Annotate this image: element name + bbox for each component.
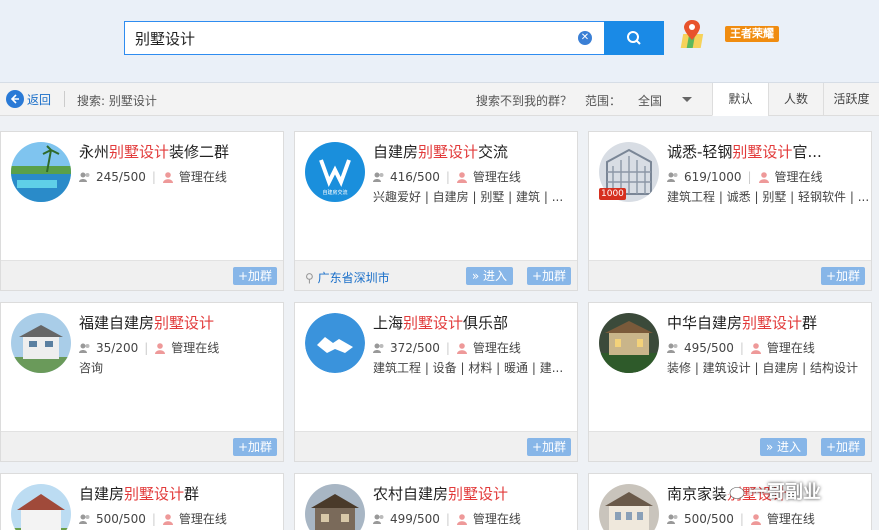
back-label: 返回 [27,92,52,107]
join-group-button[interactable]: +加群 [820,438,865,456]
join-group-button[interactable]: +加群 [526,438,571,456]
admin-icon [456,513,467,525]
group-avatar: 自建房交流 [305,142,365,202]
admin-icon [155,342,166,354]
group-stats: 35/200 | 管理在线 [79,339,219,356]
wechat-icon [724,483,745,499]
group-card[interactable]: 农村自建房别墅设计 499/500 | 管理在线 [294,473,578,530]
search-header: ✕ 王者荣耀 [0,0,879,83]
group-tags: 建筑工程 | 设备 | 材料 | 暖通 | 建... [373,361,564,375]
admin-icon [456,171,467,183]
search-icon [627,31,641,45]
search-button[interactable] [604,21,664,55]
divider [64,91,65,107]
search-input[interactable] [135,22,565,54]
admin-icon [162,513,173,525]
group-title[interactable]: 福建自建房别墅设计 [79,312,214,333]
members-icon [667,514,678,524]
group-card[interactable]: 中华自建房别墅设计群 495/500 | 管理在线 装修 | 建筑设计 | 自建房… [588,302,872,462]
card-footer: +加群 [1,431,283,461]
group-avatar [11,142,71,202]
back-button[interactable]: 返回 [6,90,51,108]
card-footer: +加群 [1,260,283,290]
card-footer: +加群 [589,260,871,290]
not-found-link[interactable]: 搜索不到我的群？ [476,92,572,109]
group-stats: 499/500 | 管理在线 [373,510,521,527]
group-tags: 装修 | 建筑设计 | 自建房 | 结构设计 [667,361,859,375]
group-avatar [599,313,659,373]
range-select[interactable]: 全国 [638,92,662,109]
back-arrow-icon [6,90,24,108]
group-tags: 咨询 [79,361,104,375]
members-icon [667,343,678,353]
admin-icon [758,171,769,183]
group-avatar [599,484,659,530]
tab-activity[interactable]: 活跃度 [823,83,879,116]
members-icon [79,172,90,182]
join-group-button[interactable]: +加群 [526,267,571,285]
members-icon [373,514,384,524]
svg-text:自建房交流: 自建房交流 [322,189,347,196]
group-title[interactable]: 自建房别墅设计交流 [373,141,508,162]
admin-icon [456,342,467,354]
group-card[interactable]: 上海别墅设计俱乐部 372/500 | 管理在线 建筑工程 | 设备 | 材料 |… [294,302,578,462]
group-avatar [305,313,365,373]
search-crumb: 搜索: 别墅设计 [77,94,157,108]
tab-default[interactable]: 默认 [712,83,768,116]
tab-members[interactable]: 人数 [768,83,823,116]
members-icon [79,514,90,524]
group-card[interactable]: 1000 诚悉-轻钢别墅设计官... 619/1000 | 管理在线 建筑工程 |… [588,131,872,291]
group-card[interactable]: 自建房别墅设计群 500/500 | 管理在线 [0,473,284,530]
location-label: ⚲ 广东省深圳市 [305,271,390,285]
location-pin-icon: ⚲ [305,271,318,285]
group-stats: 500/500 | 管理在线 [667,510,815,527]
group-stats: 245/500 | 管理在线 [79,168,227,185]
members-icon [373,172,384,182]
group-card[interactable]: 福建自建房别墅设计 35/200 | 管理在线 咨询 +加群 [0,302,284,462]
admin-icon [162,171,173,183]
group-card[interactable]: 自建房交流 自建房别墅设计交流 416/500 | 管理在线 兴趣爱好 | 自建房… [294,131,578,291]
group-title[interactable]: 中华自建房别墅设计群 [667,312,817,333]
members-icon [667,172,678,182]
group-title[interactable]: 自建房别墅设计群 [79,483,199,504]
members-icon [79,343,90,353]
card-footer: » 进入 +加群 [589,431,871,461]
admin-icon [750,342,761,354]
group-tags: 兴趣爱好 | 自建房 | 别墅 | 建筑 | ... [373,190,564,204]
game-badge[interactable]: 王者荣耀 [725,26,779,42]
clear-icon[interactable]: ✕ [578,31,592,45]
join-group-button[interactable]: +加群 [232,438,277,456]
group-tags: 建筑工程 | 诚悉 | 别墅 | 轻钢软件 | ... [667,190,870,204]
range-label: 范围： [585,94,622,108]
card-footer: ⚲ 广东省深圳市 » 进入 +加群 [295,260,577,290]
group-stats: 372/500 | 管理在线 [373,339,521,356]
group-stats: 416/500 | 管理在线 [373,168,521,185]
group-stats: 619/1000 | 管理在线 [667,168,823,185]
group-title[interactable]: 上海别墅设计俱乐部 [373,312,508,333]
group-title[interactable]: 农村自建房别墅设计 [373,483,508,504]
join-group-button[interactable]: +加群 [232,267,277,285]
members-icon [373,343,384,353]
watermark: 一哥副业 [723,478,821,504]
enter-group-button[interactable]: » 进入 [465,267,513,285]
group-avatar [11,484,71,530]
toolbar: 返回 搜索: 别墅设计 搜索不到我的群？ 范围： 全国 默认 人数 活跃度 [0,83,879,116]
chevron-down-icon[interactable] [682,97,692,102]
group-card[interactable]: 永州别墅设计装修二群 245/500 | 管理在线 +加群 [0,131,284,291]
group-title[interactable]: 永州别墅设计装修二群 [79,141,229,162]
admin-icon [750,513,761,525]
card-footer: +加群 [295,431,577,461]
join-group-button[interactable]: +加群 [820,267,865,285]
group-stats: 495/500 | 管理在线 [667,339,815,356]
group-title[interactable]: 诚悉-轻钢别墅设计官... [667,141,822,162]
search-box[interactable]: ✕ [124,21,604,55]
capacity-badge: 1000 [599,188,626,200]
group-avatar [305,484,365,530]
map-pin-icon[interactable] [680,18,710,52]
group-avatar [11,313,71,373]
group-stats: 500/500 | 管理在线 [79,510,227,527]
enter-group-button[interactable]: » 进入 [759,438,807,456]
